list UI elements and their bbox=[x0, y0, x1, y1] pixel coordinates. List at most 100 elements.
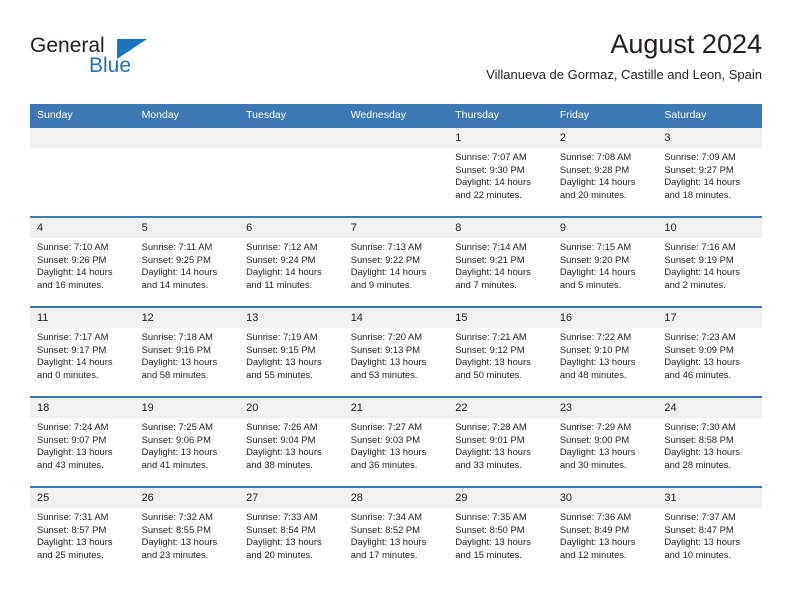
calendar-day-cell[interactable]: 7 Sunrise: 7:13 AM Sunset: 9:22 PM Daylight… bbox=[343, 216, 449, 307]
sunset-text: Sunset: 9:01 PM bbox=[455, 433, 525, 445]
daylight-text-line2: and 55 minutes. bbox=[246, 368, 313, 380]
daylight-text-line1: Daylight: 13 hours bbox=[664, 536, 740, 548]
sunrise-text: Sunrise: 7:19 AM bbox=[246, 331, 318, 342]
calendar-day-cell[interactable]: 30 Sunrise: 7:36 AM Sunset: 8:49 PM Dayligh… bbox=[552, 486, 658, 576]
daylight-text-line2: and 58 minutes. bbox=[141, 368, 209, 380]
calendar-day-cell[interactable]: 13 Sunrise: 7:19 AM Sunset: 9:15 PM Dayligh… bbox=[239, 306, 344, 397]
sunrise-text: Sunrise: 7:23 AM bbox=[664, 331, 736, 342]
day-details: Sunrise: 7:23 AM Sunset: 9:09 PM Daylight:… bbox=[657, 328, 762, 381]
day-details: Sunrise: 7:07 AM Sunset: 9:30 PM Daylight:… bbox=[448, 148, 553, 201]
calendar-day-cell[interactable]: 31 Sunrise: 7:37 AM Sunset: 8:47 PM Dayligh… bbox=[657, 486, 762, 576]
daylight-text-line2: and 33 minutes. bbox=[455, 458, 522, 470]
day-details: Sunrise: 7:25 AM Sunset: 9:06 PM Daylight:… bbox=[135, 418, 240, 471]
day-details: Sunrise: 7:26 AM Sunset: 9:04 PM Daylight:… bbox=[239, 418, 344, 471]
sunset-text: Sunset: 9:17 PM bbox=[37, 343, 107, 355]
daylight-text-line2: and 2 minutes. bbox=[664, 278, 726, 290]
day-number: 18 bbox=[30, 398, 135, 418]
daylight-text-line2: and 53 minutes. bbox=[350, 368, 418, 380]
calendar-day-cell[interactable]: 4 Sunrise: 7:10 AM Sunset: 9:26 PM Daylight… bbox=[30, 216, 135, 307]
calendar-day-cell[interactable]: 8 Sunrise: 7:14 AM Sunset: 9:21 PM Daylight… bbox=[448, 216, 553, 307]
calendar-day-cell[interactable]: 2 Sunrise: 7:08 AM Sunset: 9:28 PM Daylight… bbox=[552, 126, 658, 217]
calendar-day-cell[interactable]: 18 Sunrise: 7:24 AM Sunset: 9:07 PM Dayligh… bbox=[30, 396, 135, 487]
sunset-text: Sunset: 8:50 PM bbox=[455, 523, 525, 535]
daylight-text-line1: Daylight: 14 hours bbox=[664, 266, 740, 278]
calendar-day-cell[interactable]: 3 Sunrise: 7:09 AM Sunset: 9:27 PM Daylight… bbox=[657, 126, 762, 217]
calendar-day-cell[interactable]: 17 Sunrise: 7:23 AM Sunset: 9:09 PM Dayligh… bbox=[657, 306, 762, 397]
day-number: 7 bbox=[343, 218, 449, 238]
day-number: 12 bbox=[134, 308, 240, 328]
sunset-text: Sunset: 9:03 PM bbox=[350, 433, 420, 445]
calendar-day-cell[interactable]: 27 Sunrise: 7:33 AM Sunset: 8:54 PM Dayligh… bbox=[239, 486, 344, 576]
daylight-text-line2: and 20 minutes. bbox=[246, 548, 313, 560]
sunset-text: Sunset: 9:27 PM bbox=[664, 163, 734, 175]
sunset-text: Sunset: 9:13 PM bbox=[350, 343, 420, 355]
sunrise-text: Sunrise: 7:12 AM bbox=[246, 241, 318, 252]
day-details: Sunrise: 7:33 AM Sunset: 8:54 PM Daylight:… bbox=[239, 508, 344, 561]
sunrise-text: Sunrise: 7:24 AM bbox=[37, 421, 109, 432]
calendar-day-cell[interactable]: 26 Sunrise: 7:32 AM Sunset: 8:55 PM Dayligh… bbox=[134, 486, 240, 576]
calendar-day-cell[interactable]: 23 Sunrise: 7:29 AM Sunset: 9:00 PM Dayligh… bbox=[552, 396, 658, 487]
calendar-day-cell[interactable]: 25 Sunrise: 7:31 AM Sunset: 8:57 PM Dayligh… bbox=[30, 486, 135, 576]
daylight-text-line2: and 10 minutes. bbox=[664, 548, 732, 560]
sunset-text: Sunset: 8:47 PM bbox=[664, 523, 734, 535]
calendar-day-cell[interactable]: 20 Sunrise: 7:26 AM Sunset: 9:04 PM Dayligh… bbox=[239, 396, 344, 487]
calendar-day-cell[interactable]: 22 Sunrise: 7:28 AM Sunset: 9:01 PM Dayligh… bbox=[448, 396, 553, 487]
sunset-text: Sunset: 9:16 PM bbox=[141, 343, 211, 355]
day-number bbox=[343, 128, 449, 148]
day-details: Sunrise: 7:30 AM Sunset: 8:58 PM Daylight:… bbox=[657, 418, 762, 471]
sunrise-text: Sunrise: 7:26 AM bbox=[246, 421, 318, 432]
calendar-day-cell[interactable]: 12 Sunrise: 7:18 AM Sunset: 9:16 PM Dayligh… bbox=[134, 306, 240, 397]
calendar-day-cell[interactable]: 19 Sunrise: 7:25 AM Sunset: 9:06 PM Dayligh… bbox=[134, 396, 240, 487]
calendar-day-cell[interactable]: 9 Sunrise: 7:15 AM Sunset: 9:20 PM Daylight… bbox=[552, 216, 658, 307]
calendar-day-cell[interactable]: 1 Sunrise: 7:07 AM Sunset: 9:30 PM Daylight… bbox=[448, 126, 553, 217]
sunset-text: Sunset: 9:22 PM bbox=[350, 253, 420, 265]
sunrise-text: Sunrise: 7:22 AM bbox=[559, 331, 632, 342]
weekday-header-monday: Monday bbox=[134, 104, 240, 127]
sunset-text: Sunset: 9:00 PM bbox=[559, 433, 630, 445]
day-number: 19 bbox=[134, 398, 240, 418]
daylight-text-line2: and 11 minutes. bbox=[246, 278, 313, 290]
sunrise-text: Sunrise: 7:10 AM bbox=[37, 241, 109, 252]
calendar-day-cell[interactable]: 11 Sunrise: 7:17 AM Sunset: 9:17 PM Dayligh… bbox=[30, 306, 135, 397]
sunset-text: Sunset: 9:20 PM bbox=[559, 253, 630, 265]
calendar-empty-cell bbox=[134, 126, 240, 217]
day-number: 9 bbox=[552, 218, 658, 238]
day-number: 15 bbox=[448, 308, 553, 328]
day-details: Sunrise: 7:12 AM Sunset: 9:24 PM Daylight:… bbox=[239, 238, 344, 291]
day-details: Sunrise: 7:32 AM Sunset: 8:55 PM Daylight:… bbox=[135, 508, 240, 561]
sunset-text: Sunset: 9:25 PM bbox=[141, 253, 211, 265]
sunset-text: Sunset: 9:09 PM bbox=[664, 343, 734, 355]
daylight-text-line2: and 41 minutes. bbox=[141, 458, 209, 470]
day-details: Sunrise: 7:08 AM Sunset: 9:28 PM Daylight:… bbox=[553, 148, 658, 201]
sunset-text: Sunset: 8:58 PM bbox=[664, 433, 734, 445]
sunrise-text: Sunrise: 7:32 AM bbox=[141, 511, 213, 522]
sunrise-text: Sunrise: 7:15 AM bbox=[559, 241, 632, 252]
calendar-week-row: 25 Sunrise: 7:31 AM Sunset: 8:57 PM Dayligh… bbox=[30, 486, 762, 576]
daylight-text-line1: Daylight: 14 hours bbox=[455, 176, 531, 188]
daylight-text-line2: and 22 minutes. bbox=[455, 188, 522, 200]
calendar-day-cell[interactable]: 21 Sunrise: 7:27 AM Sunset: 9:03 PM Dayligh… bbox=[343, 396, 449, 487]
calendar-day-cell[interactable]: 6 Sunrise: 7:12 AM Sunset: 9:24 PM Daylight… bbox=[239, 216, 344, 307]
calendar-day-cell[interactable]: 28 Sunrise: 7:34 AM Sunset: 8:52 PM Dayligh… bbox=[343, 486, 449, 576]
calendar-day-cell[interactable]: 15 Sunrise: 7:21 AM Sunset: 9:12 PM Dayligh… bbox=[448, 306, 553, 397]
sunset-text: Sunset: 9:06 PM bbox=[141, 433, 211, 445]
day-number: 3 bbox=[657, 128, 762, 148]
calendar-day-cell[interactable]: 24 Sunrise: 7:30 AM Sunset: 8:58 PM Dayligh… bbox=[657, 396, 762, 487]
daylight-text-line1: Daylight: 13 hours bbox=[664, 446, 740, 458]
day-number: 29 bbox=[448, 488, 553, 508]
day-number: 11 bbox=[30, 308, 135, 328]
general-blue-logo[interactable]: General Blue bbox=[30, 34, 230, 84]
sunrise-text: Sunrise: 7:35 AM bbox=[455, 511, 527, 522]
sunrise-text: Sunrise: 7:36 AM bbox=[559, 511, 632, 522]
calendar-header-row: Sunday Monday Tuesday Wednesday Thursday… bbox=[30, 104, 762, 127]
calendar-day-cell[interactable]: 16 Sunrise: 7:22 AM Sunset: 9:10 PM Dayligh… bbox=[552, 306, 658, 397]
day-number: 4 bbox=[30, 218, 135, 238]
calendar-day-cell[interactable]: 29 Sunrise: 7:35 AM Sunset: 8:50 PM Dayligh… bbox=[448, 486, 553, 576]
calendar-day-cell[interactable]: 5 Sunrise: 7:11 AM Sunset: 9:25 PM Daylight… bbox=[134, 216, 240, 307]
day-details: Sunrise: 7:18 AM Sunset: 9:16 PM Daylight:… bbox=[135, 328, 240, 381]
calendar-day-cell[interactable]: 10 Sunrise: 7:16 AM Sunset: 9:19 PM Dayligh… bbox=[657, 216, 762, 307]
daylight-text-line1: Daylight: 13 hours bbox=[350, 446, 427, 458]
calendar-day-cell[interactable]: 14 Sunrise: 7:20 AM Sunset: 9:13 PM Dayligh… bbox=[343, 306, 449, 397]
calendar-table: Sunday Monday Tuesday Wednesday Thursday… bbox=[30, 104, 762, 576]
sunrise-text: Sunrise: 7:34 AM bbox=[350, 511, 423, 522]
